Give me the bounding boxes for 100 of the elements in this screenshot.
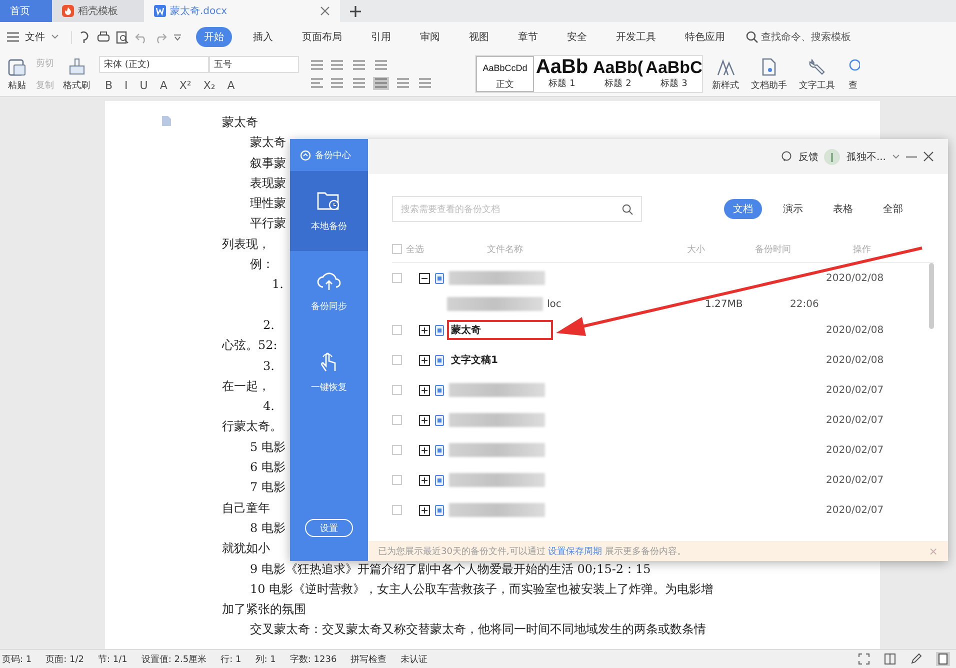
ribbon-tab[interactable]: 章节	[510, 27, 546, 47]
row-checkbox[interactable]	[392, 273, 402, 283]
feedback-icon[interactable]	[781, 151, 792, 162]
document-tab[interactable]: 蒙太奇.docx	[144, 0, 340, 22]
print-icon[interactable]	[97, 30, 110, 44]
style-option[interactable]: AaBbC 标题 3	[646, 56, 702, 92]
menu-icon[interactable]	[7, 32, 19, 42]
row-checkbox[interactable]	[392, 445, 402, 455]
column-header: 全选	[406, 244, 424, 256]
expand-toggle-icon[interactable]	[419, 354, 430, 366]
expand-toggle-icon[interactable]	[419, 444, 430, 456]
ribbon-tab[interactable]: 开始	[196, 27, 232, 47]
document-text: 9 电影《狂热追求》开篇介绍了剧中各个人物爱最开始的生活 00;15-2：15	[250, 562, 651, 576]
row-checkbox[interactable]	[392, 355, 402, 365]
scrollbar-thumb[interactable]	[929, 263, 934, 329]
style-option[interactable]: AaBb( 标题 2	[590, 56, 646, 92]
tab-label: 蒙太奇.docx	[170, 4, 228, 18]
paste-button[interactable]: 粘贴	[4, 56, 30, 92]
text-tools-button[interactable]: 文字工具	[796, 56, 838, 92]
document-text: 7 电影	[250, 480, 286, 494]
document-text: 蒙太奇	[250, 135, 286, 150]
status-item: 页码: 1	[2, 654, 32, 666]
filter-tab[interactable]: 演示	[774, 199, 812, 219]
expand-toggle-icon[interactable]	[419, 324, 430, 336]
format-button[interactable]: X²	[179, 79, 192, 92]
select-all-checkbox[interactable]	[392, 244, 402, 254]
ribbon-tab[interactable]: 特色应用	[677, 27, 733, 47]
find-button[interactable]: 查	[844, 56, 862, 92]
chevron-down-icon[interactable]	[51, 34, 59, 40]
feedback-link[interactable]: 反馈	[798, 150, 818, 164]
row-checkbox[interactable]	[392, 505, 402, 515]
page-view-icon[interactable]	[936, 652, 950, 666]
cloud-upload-icon	[317, 270, 341, 292]
ribbon-tab[interactable]: 插入	[245, 27, 281, 47]
document-text: 理性蒙	[250, 196, 286, 210]
sidebar-item[interactable]: 备份同步	[290, 251, 368, 331]
format-painter-button[interactable]: 格式刷	[60, 56, 93, 92]
row-checkbox[interactable]	[392, 325, 402, 335]
size-select[interactable]: 五号	[209, 56, 299, 73]
format-button[interactable]: X₂	[203, 79, 216, 92]
chevron-down-icon[interactable]	[892, 154, 900, 160]
doc-file-icon	[435, 272, 444, 284]
document-tab[interactable]: 首页	[0, 0, 52, 22]
tab-label: 首页	[10, 5, 30, 18]
close-icon[interactable]	[923, 151, 934, 162]
filter-tab[interactable]: 表格	[824, 199, 862, 219]
backup-time: 2020/02/08	[826, 324, 884, 336]
document-tab[interactable]: 稻壳模板	[52, 0, 144, 22]
book-view-icon[interactable]	[884, 653, 896, 665]
format-button[interactable]: I	[124, 79, 128, 92]
format-button[interactable]: A	[160, 79, 168, 92]
ribbon-tab[interactable]: 页面布局	[294, 27, 350, 47]
settings-button[interactable]: 设置	[305, 519, 353, 537]
sidebar-item[interactable]: 一键恢复	[290, 331, 368, 411]
print-preview-icon[interactable]	[116, 30, 129, 44]
ribbon-tab[interactable]: 审阅	[412, 27, 448, 47]
fullscreen-icon[interactable]	[858, 653, 870, 665]
expand-toggle-icon[interactable]	[419, 414, 430, 426]
ribbon-tab[interactable]: 视图	[461, 27, 497, 47]
sidebar-item[interactable]: 本地备份	[290, 171, 368, 251]
filter-tab[interactable]: 文档	[724, 199, 762, 219]
customize-icon[interactable]	[173, 32, 182, 42]
file-name[interactable]: 文字文稿1	[449, 352, 500, 368]
row-checkbox[interactable]	[392, 385, 402, 395]
document-text: 1.	[272, 277, 284, 292]
minimize-icon[interactable]	[906, 156, 917, 158]
ribbon-tab[interactable]: 安全	[559, 27, 595, 47]
document-text: 行蒙太奇。	[222, 419, 282, 434]
new-style-button[interactable]: 新样式	[709, 56, 742, 92]
ribbon-tab[interactable]: 引用	[363, 27, 399, 47]
file-name[interactable]: 蒙太奇	[449, 322, 483, 338]
document-text: 加了紧张的氛围	[222, 602, 306, 616]
doc-file-icon	[435, 474, 444, 486]
format-button[interactable]: B	[105, 79, 113, 92]
command-search[interactable]: 查找命令、搜索模板	[746, 30, 851, 44]
expand-toggle-icon[interactable]	[419, 474, 430, 486]
ribbon-tab[interactable]: 开发工具	[608, 27, 664, 47]
new-tab-icon[interactable]	[350, 6, 361, 16]
document-text: 例：	[250, 257, 274, 272]
font-select[interactable]: 宋体 (正文)	[99, 56, 209, 73]
row-checkbox[interactable]	[392, 415, 402, 425]
doc-assistant-button[interactable]: 文档助手	[748, 56, 790, 92]
user-name[interactable]: 孤独不...	[846, 150, 886, 164]
style-option[interactable]: AaBb 标题 1	[534, 56, 590, 92]
close-icon[interactable]	[320, 6, 330, 16]
expand-toggle-icon[interactable]	[419, 504, 430, 516]
filter-tab[interactable]: 全部	[874, 199, 912, 219]
backup-time: 2020/02/07	[826, 384, 884, 396]
style-option[interactable]: AaBbCcDd 正文	[476, 56, 534, 92]
pen-icon[interactable]	[910, 653, 922, 665]
status-item: 设置值: 2.5厘米	[141, 654, 207, 666]
document-text: 交叉蒙太奇：交叉蒙太奇又称交替蒙太奇，他将同一时间不同地域发生的两条或数条情	[250, 622, 706, 636]
format-button[interactable]: A	[227, 79, 235, 92]
dialog-title: 备份中心	[315, 150, 351, 162]
expand-toggle-icon[interactable]	[419, 272, 430, 284]
format-button[interactable]: U	[140, 79, 148, 92]
expand-toggle-icon[interactable]	[419, 384, 430, 396]
file-menu[interactable]: 文件	[25, 30, 45, 44]
doc-file-icon	[435, 414, 444, 426]
row-checkbox[interactable]	[392, 475, 402, 485]
